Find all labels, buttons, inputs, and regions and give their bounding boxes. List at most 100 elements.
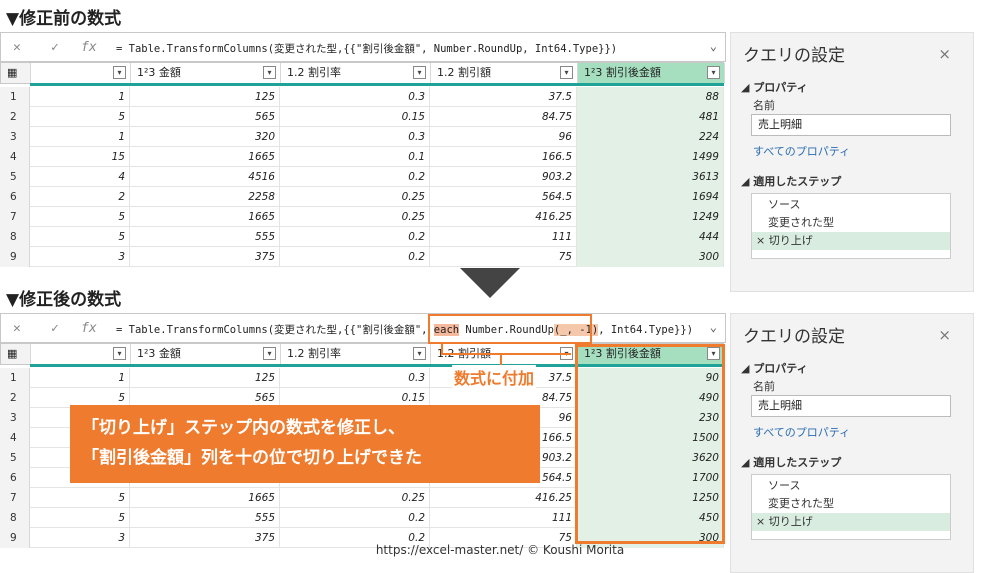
table-cell[interactable]: 0.3: [280, 87, 430, 107]
table-cell[interactable]: 5: [30, 107, 130, 127]
row-index[interactable]: 9: [0, 247, 30, 267]
table-cell[interactable]: 224: [577, 127, 724, 147]
row-index[interactable]: 6: [0, 468, 30, 488]
step-source[interactable]: ソース: [752, 196, 950, 214]
chevron-down-icon[interactable]: ⌄: [710, 320, 717, 334]
table-cell[interactable]: 1665: [130, 147, 280, 167]
table-cell[interactable]: 88: [577, 87, 724, 107]
properties-section[interactable]: ◢ プロパティ: [741, 360, 808, 376]
table-cell[interactable]: 1499: [577, 147, 724, 167]
row-index[interactable]: 1: [0, 87, 30, 107]
column-filter-dropdown-icon[interactable]: ▾: [263, 66, 276, 79]
table-cell[interactable]: 0.25: [280, 488, 430, 508]
table-cell[interactable]: 0.25: [280, 207, 430, 227]
table-cell[interactable]: 416.25: [430, 207, 577, 227]
table-menu-icon[interactable]: ▦: [1, 344, 31, 364]
row-index[interactable]: 3: [0, 127, 30, 147]
table-cell[interactable]: 555: [130, 227, 280, 247]
table-cell[interactable]: 555: [130, 508, 280, 528]
chevron-down-icon[interactable]: ⌄: [710, 39, 717, 53]
table-cell[interactable]: 1: [30, 87, 130, 107]
all-properties-link[interactable]: すべてのプロパティ: [753, 143, 850, 159]
fx-icon[interactable]: fx: [81, 40, 97, 55]
table-cell[interactable]: 37.5: [430, 87, 577, 107]
column-filter-dropdown-icon[interactable]: ▾: [113, 66, 126, 79]
table-cell[interactable]: 166.5: [430, 147, 577, 167]
column-filter-dropdown-icon[interactable]: ▾: [263, 347, 276, 360]
check-icon[interactable]: ✓: [51, 321, 59, 336]
row-index[interactable]: 4: [0, 428, 30, 448]
close-icon[interactable]: ×: [938, 45, 951, 63]
table-cell[interactable]: 0.2: [280, 167, 430, 187]
row-index[interactable]: 8: [0, 508, 30, 528]
row-index[interactable]: 8: [0, 227, 30, 247]
applied-steps-section[interactable]: ◢ 適用したステップ: [741, 173, 841, 189]
table-cell[interactable]: 3613: [577, 167, 724, 187]
step-changed-type[interactable]: 変更された型: [752, 495, 950, 513]
row-index[interactable]: 2: [0, 107, 30, 127]
table-cell[interactable]: 1694: [577, 187, 724, 207]
table-cell[interactable]: 2: [30, 187, 130, 207]
table-cell[interactable]: 0.2: [280, 227, 430, 247]
table-cell[interactable]: 0.2: [280, 247, 430, 267]
column-header[interactable]: ▾: [31, 63, 131, 83]
table-cell[interactable]: 125: [130, 87, 280, 107]
formula-bar[interactable]: ✕ ✓ fx = Table.TransformColumns(変更された型,{…: [0, 313, 726, 343]
table-cell[interactable]: 4: [30, 167, 130, 187]
table-cell[interactable]: 1665: [130, 207, 280, 227]
cancel-icon[interactable]: ✕: [13, 321, 21, 336]
table-cell[interactable]: 3: [30, 247, 130, 267]
table-cell[interactable]: 1: [30, 368, 130, 388]
formula-text[interactable]: = Table.TransformColumns(変更された型,{{"割引後金額…: [116, 322, 693, 337]
column-filter-dropdown-icon[interactable]: ▾: [413, 347, 426, 360]
row-index[interactable]: 3: [0, 408, 30, 428]
row-index[interactable]: 1: [0, 368, 30, 388]
formula-text[interactable]: = Table.TransformColumns(変更された型,{{"割引後金額…: [116, 41, 617, 56]
step-source[interactable]: ソース: [752, 477, 950, 495]
query-name-input[interactable]: 売上明細: [751, 395, 951, 417]
column-header[interactable]: 1²3 金額 ▾: [131, 344, 281, 364]
table-cell[interactable]: 5: [30, 207, 130, 227]
table-cell[interactable]: 375: [130, 247, 280, 267]
table-cell[interactable]: 0.3: [280, 368, 430, 388]
column-filter-dropdown-icon[interactable]: ▾: [413, 66, 426, 79]
table-cell[interactable]: 903.2: [430, 167, 577, 187]
row-index[interactable]: 2: [0, 388, 30, 408]
column-header[interactable]: ▾: [31, 344, 131, 364]
formula-bar[interactable]: ✕ ✓ fx = Table.TransformColumns(変更された型,{…: [0, 32, 726, 62]
table-cell[interactable]: 4516: [130, 167, 280, 187]
step-changed-type[interactable]: 変更された型: [752, 214, 950, 232]
row-index[interactable]: 5: [0, 448, 30, 468]
table-cell[interactable]: 5: [30, 488, 130, 508]
table-cell[interactable]: 565: [130, 107, 280, 127]
step-roundup[interactable]: × 切り上げ: [752, 513, 950, 531]
row-index[interactable]: 7: [0, 207, 30, 227]
column-filter-dropdown-icon[interactable]: ▾: [707, 66, 720, 79]
column-header[interactable]: 1²3 金額 ▾: [131, 63, 281, 83]
fx-icon[interactable]: fx: [81, 321, 97, 336]
table-cell[interactable]: 111: [430, 227, 577, 247]
column-filter-dropdown-icon[interactable]: ▾: [560, 66, 573, 79]
check-icon[interactable]: ✓: [51, 40, 59, 55]
step-roundup[interactable]: × 切り上げ: [752, 232, 950, 250]
table-cell[interactable]: 75: [430, 247, 577, 267]
table-cell[interactable]: 444: [577, 227, 724, 247]
applied-steps-section[interactable]: ◢ 適用したステップ: [741, 454, 841, 470]
table-cell[interactable]: 320: [130, 127, 280, 147]
table-cell[interactable]: 1665: [130, 488, 280, 508]
all-properties-link[interactable]: すべてのプロパティ: [753, 424, 850, 440]
table-cell[interactable]: 416.25: [430, 488, 577, 508]
cancel-icon[interactable]: ✕: [13, 40, 21, 55]
table-cell[interactable]: 481: [577, 107, 724, 127]
table-cell[interactable]: 0.2: [280, 508, 430, 528]
table-cell[interactable]: 0.25: [280, 187, 430, 207]
table-cell[interactable]: 111: [430, 508, 577, 528]
row-index[interactable]: 5: [0, 167, 30, 187]
column-header[interactable]: 1.2 割引率 ▾: [281, 344, 431, 364]
table-cell[interactable]: 1: [30, 127, 130, 147]
table-cell[interactable]: 1249: [577, 207, 724, 227]
row-index[interactable]: 6: [0, 187, 30, 207]
table-cell[interactable]: 0.3: [280, 127, 430, 147]
row-index[interactable]: 7: [0, 488, 30, 508]
table-cell[interactable]: 96: [430, 127, 577, 147]
